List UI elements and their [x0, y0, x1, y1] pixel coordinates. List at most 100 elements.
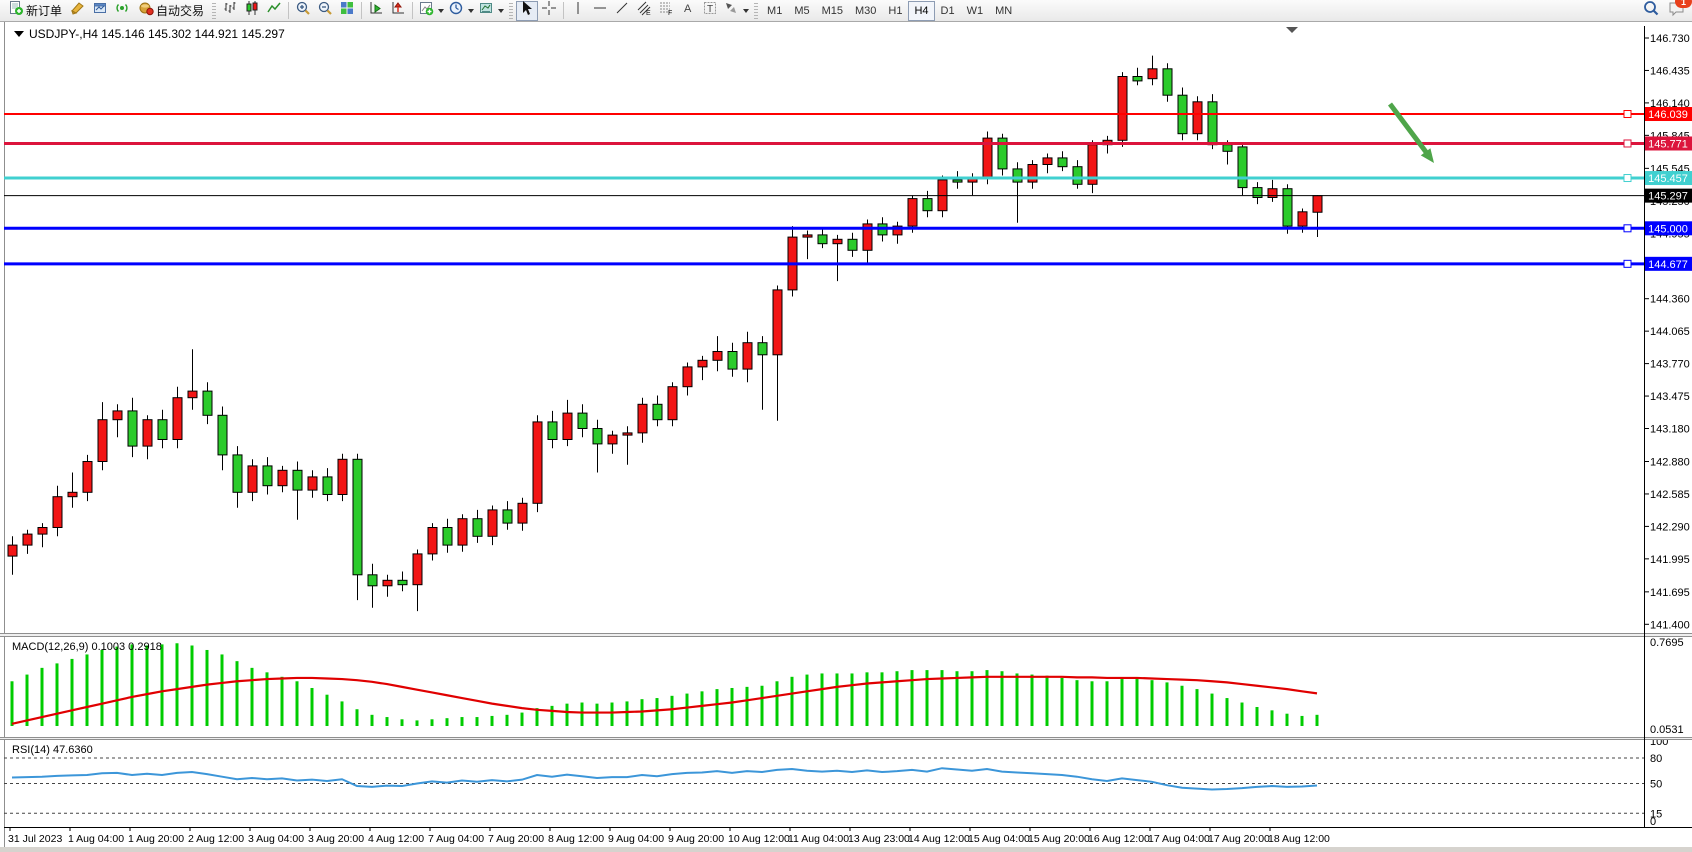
cursor-tool-button[interactable] — [516, 1, 538, 21]
symbol-dropdown-icon[interactable] — [14, 31, 24, 37]
candle-body — [158, 420, 167, 440]
tf-W1[interactable]: W1 — [961, 1, 990, 21]
candle-body — [323, 477, 332, 495]
templates-button[interactable] — [476, 1, 506, 21]
macd-bar — [1316, 715, 1319, 726]
candle-body — [263, 466, 272, 486]
candle-body — [743, 343, 752, 369]
macd-bar — [671, 696, 674, 726]
signal-button[interactable] — [111, 1, 133, 21]
h-line-handle[interactable] — [1624, 111, 1631, 118]
auto-trading-button[interactable]: 自动交易 — [133, 1, 209, 21]
time-tick-label: 14 Aug 12:00 — [908, 833, 970, 845]
h-line-handle[interactable] — [1624, 175, 1631, 182]
price-tick-label: 143.770 — [1650, 359, 1690, 371]
price-tick-label: 144.065 — [1650, 326, 1690, 338]
tf-D1[interactable]: D1 — [935, 1, 961, 21]
tile-windows-button[interactable] — [336, 1, 358, 21]
macd-bar — [1061, 678, 1064, 726]
macd-bar — [176, 643, 179, 726]
search-icon[interactable] — [1642, 0, 1660, 22]
chart-shift-button[interactable] — [387, 1, 409, 21]
auto-trading-icon — [138, 0, 154, 21]
styles-button[interactable] — [67, 1, 89, 21]
tf-M5[interactable]: M5 — [788, 1, 815, 21]
candle-body — [353, 459, 362, 575]
chart-canvas[interactable]: 146.730146.435146.140145.845145.545145.2… — [0, 22, 1692, 852]
indicators-button[interactable] — [416, 1, 446, 21]
channel-tool-button[interactable]: E — [633, 1, 655, 21]
new-order-button[interactable]: 新订单 — [3, 1, 67, 21]
zoom-out-button[interactable] — [314, 1, 336, 21]
candle-body — [1073, 167, 1082, 185]
chart-window-icon — [92, 0, 108, 21]
auto-scroll-button[interactable] — [365, 1, 387, 21]
trendline-tool-button[interactable] — [611, 1, 633, 21]
candle-body — [608, 435, 617, 444]
macd-bar — [266, 672, 269, 726]
arrows-tool-button[interactable] — [721, 1, 751, 21]
candle-body — [668, 387, 677, 420]
macd-bar — [986, 670, 989, 726]
zoom-in-button[interactable] — [292, 1, 314, 21]
macd-bar — [326, 695, 329, 726]
candle-body — [248, 466, 257, 492]
h-line-handle[interactable] — [1624, 140, 1631, 147]
price-badge-label: 145.297 — [1648, 191, 1688, 203]
macd-bar — [1031, 675, 1034, 726]
macd-bar — [416, 720, 419, 726]
macd-bar — [626, 701, 629, 726]
rsi-line — [12, 768, 1317, 789]
candle-body — [1058, 158, 1067, 167]
macd-bar — [431, 719, 434, 726]
tf-H4[interactable]: H4 — [908, 1, 934, 21]
tf-M1[interactable]: M1 — [761, 1, 788, 21]
candle-body — [623, 433, 632, 435]
candle-body — [518, 503, 527, 523]
candle-body — [23, 534, 32, 545]
crosshair-tool-button[interactable] — [538, 1, 560, 21]
macd-bar — [821, 673, 824, 726]
time-tick-label: 9 Aug 04:00 — [608, 833, 664, 845]
tf-MN[interactable]: MN — [989, 1, 1018, 21]
candle-body — [1043, 158, 1052, 165]
time-tick-label: 3 Aug 20:00 — [308, 833, 364, 845]
tile-windows-icon — [339, 0, 355, 21]
text-label-tool-button[interactable]: T — [699, 1, 721, 21]
candlestick-chart-button[interactable] — [241, 1, 263, 21]
tf-H1[interactable]: H1 — [882, 1, 908, 21]
macd-bar — [896, 671, 899, 726]
line-chart-button[interactable] — [263, 1, 285, 21]
price-tick-label: 142.880 — [1650, 457, 1690, 469]
bar-chart-button[interactable] — [219, 1, 241, 21]
h-line-handle[interactable] — [1624, 225, 1631, 232]
time-tick-label: 18 Aug 12:00 — [1268, 833, 1330, 845]
candle-body — [413, 554, 422, 585]
candle-body — [1148, 69, 1157, 79]
horizontal-line-tool-button[interactable] — [589, 1, 611, 21]
text-icon: A — [680, 0, 696, 21]
fibonacci-tool-button[interactable]: F — [655, 1, 677, 21]
macd-bar — [1166, 682, 1169, 726]
periods-button[interactable] — [446, 1, 476, 21]
vertical-line-tool-button[interactable] — [567, 1, 589, 21]
h-line-handle[interactable] — [1624, 260, 1631, 267]
text-label-icon: T — [702, 0, 718, 21]
text-tool-button[interactable]: A — [677, 1, 699, 21]
macd-bar — [116, 647, 119, 726]
candle-body — [503, 510, 512, 523]
candle-body — [638, 404, 647, 433]
macd-bar — [1121, 679, 1124, 726]
profiles-button[interactable] — [89, 1, 111, 21]
tf-M30[interactable]: M30 — [849, 1, 882, 21]
candle-body — [188, 391, 197, 398]
macd-bar — [251, 668, 254, 726]
tf-M15[interactable]: M15 — [816, 1, 849, 21]
macd-bar — [1286, 714, 1289, 726]
chart-title: USDJPY-,H4 145.146 145.302 144.921 145.2… — [29, 27, 285, 41]
chart-shift-marker[interactable] — [1286, 27, 1298, 33]
chevron-down-icon — [498, 9, 504, 13]
time-tick-label: 7 Aug 20:00 — [488, 833, 544, 845]
brush-icon — [70, 0, 86, 21]
chat-button[interactable]: 1 — [1668, 0, 1686, 22]
